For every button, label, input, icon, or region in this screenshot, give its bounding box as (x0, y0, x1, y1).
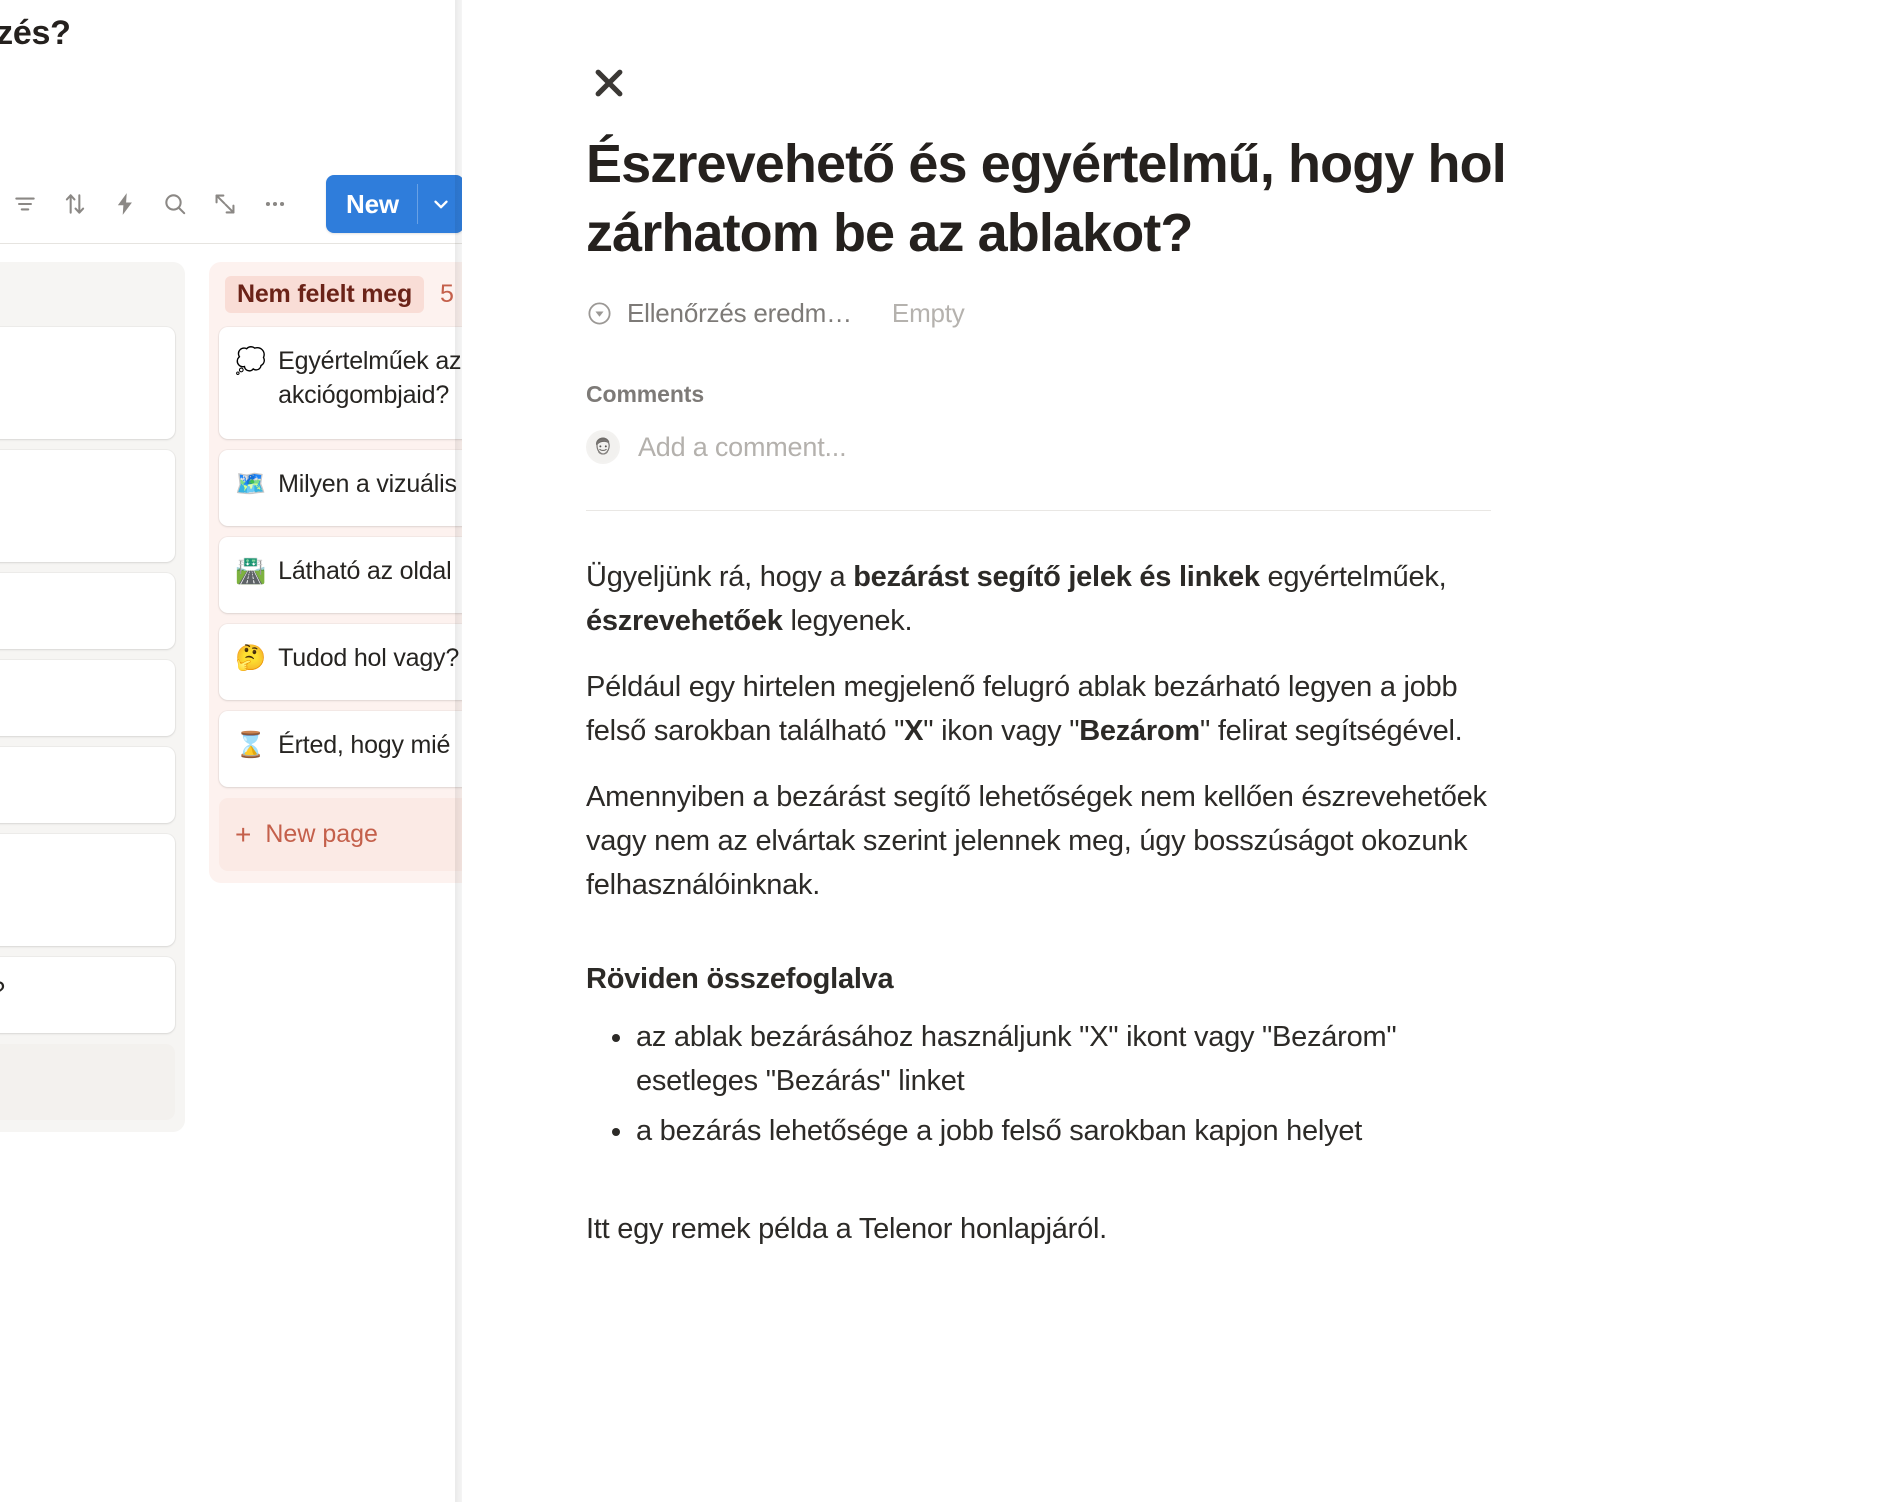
peek-page-title: Észrevehető és egyértelmű, hogy hol zárh… (586, 134, 1507, 263)
more-options-icon[interactable] (250, 180, 300, 228)
card-title: éges segítség? (0, 974, 5, 1008)
lightning-icon[interactable] (100, 180, 150, 228)
card-title: Tudod hol vagy? (278, 644, 460, 672)
board-card[interactable]: éges segítség? (0, 957, 175, 1033)
board-card[interactable]: használsz? (0, 573, 175, 649)
text-run: " felirat segítségével. (1199, 715, 1463, 747)
board-card[interactable]: alad? (0, 660, 175, 736)
column-count: 5 (440, 279, 454, 308)
text-run-bold: bezárást segítő jelek és linkek (853, 561, 1260, 593)
user-avatar (586, 430, 620, 464)
board-card[interactable]: gassága: min. esetben (0, 327, 175, 439)
page-title: ás tervezés? (0, 14, 71, 52)
new-button-label: New (346, 188, 399, 219)
board-column: gassága: min. esetben lszóra használsz? … (0, 262, 185, 1132)
board-card[interactable]: em? (0, 747, 175, 823)
body-bullet-list: az ablak bezárásához használjunk "X" iko… (586, 1015, 1496, 1153)
page-peek-panel: Észrevehető és egyértelmű, hogy hol zárh… (462, 0, 1888, 1502)
app-root: ás tervezés? (0, 0, 1888, 1502)
body-paragraph-1: Ügyeljünk rá, hogy a bezárást segítő jel… (586, 555, 1496, 643)
body-closing-paragraph: Itt egy remek példa a Telenor honlapjáró… (586, 1213, 1107, 1245)
card-title: Látható az oldal (278, 557, 452, 585)
text-run: egyértelműek, (1259, 561, 1447, 593)
world-map-icon: 🗺️ (235, 470, 267, 498)
list-item: a bezárás lehetősége a jobb felső sarokb… (586, 1109, 1496, 1153)
board-card[interactable]: ben jelennek (0, 834, 175, 946)
text-run: legyenek. (782, 605, 913, 637)
thought-balloon-icon: 💭 (235, 347, 267, 375)
body-paragraph-3: Amennyiben a bezárást segítő lehetőségek… (586, 781, 1487, 901)
expand-icon[interactable] (200, 180, 250, 228)
property-value[interactable]: Empty (892, 298, 965, 329)
text-run-bold: Bezárom (1079, 715, 1200, 747)
page-property-row[interactable]: Ellenőrzés eredm… Empty (586, 298, 1586, 329)
property-name: Ellenőrzés eredm… (627, 298, 852, 328)
card-title: Milyen a vizuális (278, 470, 457, 498)
new-button[interactable]: New (326, 175, 464, 233)
comments-heading: Comments (586, 381, 705, 407)
content-divider (586, 510, 1491, 511)
text-run: " ikon vagy " (923, 715, 1080, 747)
plus-icon: + (235, 818, 252, 850)
thinking-face-icon: 🤔 (235, 644, 267, 672)
add-comment-row[interactable]: Add a comment... (586, 430, 1586, 464)
column-header (0, 272, 175, 316)
text-run: Ügyeljünk rá, hogy a (586, 561, 854, 593)
text-run-bold: X (904, 715, 924, 747)
board-card-placeholder[interactable] (0, 1044, 175, 1120)
new-page-label: New page (265, 820, 378, 848)
text-run-bold: észrevehetőek (586, 605, 783, 637)
close-icon[interactable] (586, 60, 632, 106)
card-title: Érted, hogy mié (278, 731, 451, 759)
body-heading: Röviden összefoglalva (586, 963, 894, 995)
page-body: Ügyeljünk rá, hogy a bezárást segítő jel… (586, 555, 1496, 1251)
column-name-chip: Nem felelt meg (225, 275, 425, 313)
board-card[interactable]: lszóra (0, 450, 175, 562)
select-property-icon (586, 300, 613, 327)
chevron-down-icon[interactable] (418, 175, 464, 233)
comment-input-placeholder[interactable]: Add a comment... (638, 432, 847, 463)
filter-icon[interactable] (0, 180, 50, 228)
hourglass-icon: ⌛ (235, 731, 267, 759)
sort-icon[interactable] (50, 180, 100, 228)
search-icon[interactable] (150, 180, 200, 228)
motorway-icon: 🛣️ (235, 557, 267, 585)
body-paragraph-2: Például egy hirtelen megjelenő felugró a… (586, 665, 1496, 753)
card-title: Egyértelműek az akciógombjaid? (278, 347, 462, 409)
list-item: az ablak bezárásához használjunk "X" iko… (586, 1015, 1496, 1103)
